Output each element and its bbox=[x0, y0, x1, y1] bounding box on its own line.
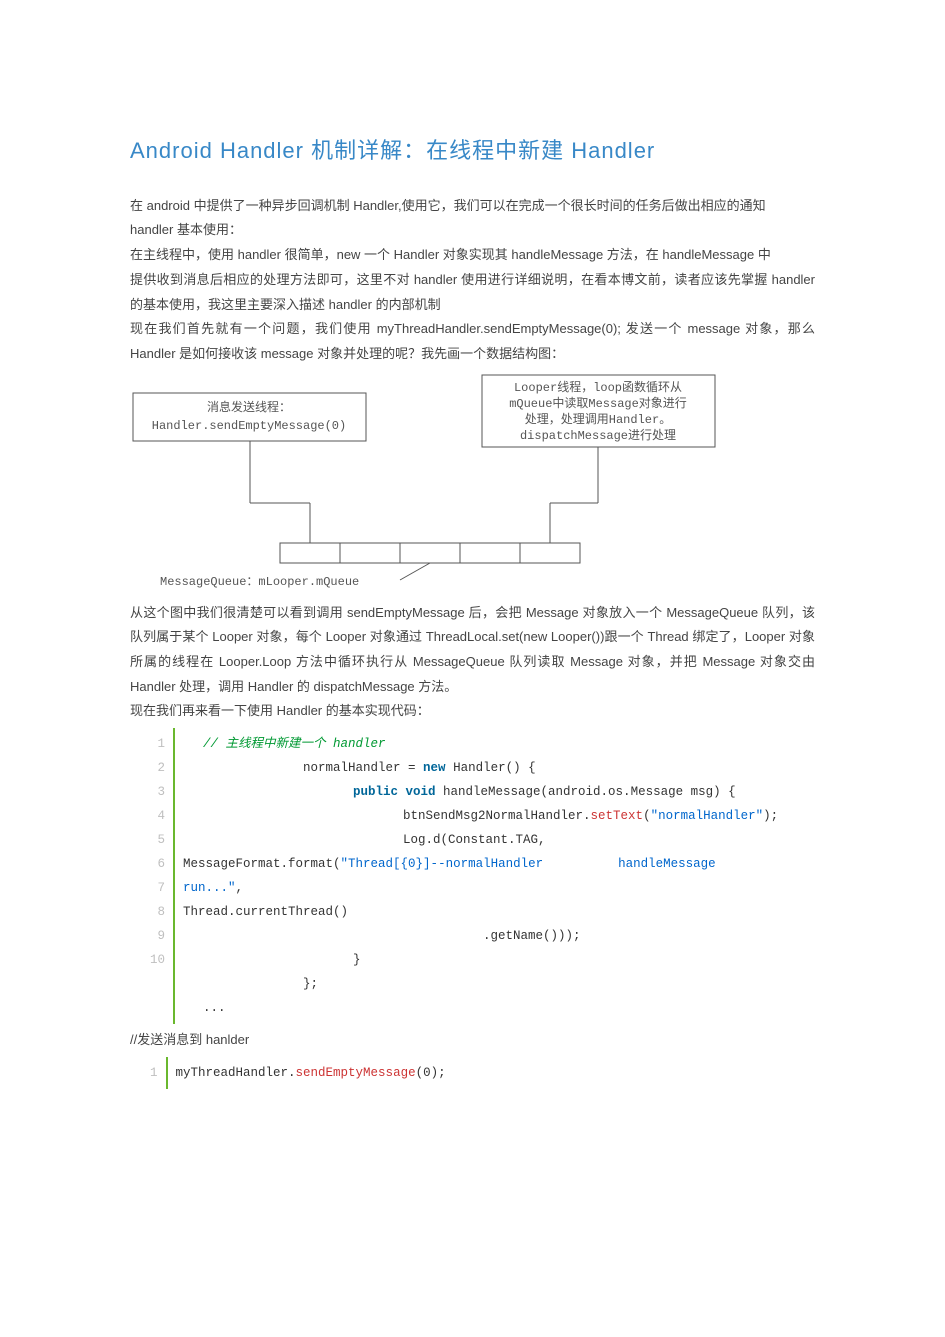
paragraph: 现在我们首先就有一个问题，我们使用 myThreadHandler.sendEm… bbox=[130, 317, 815, 366]
paragraph: 在 android 中提供了一种异步回调机制 Handler,使用它，我们可以在… bbox=[130, 194, 815, 219]
code-content: // 主线程中新建一个 handler normalHandler = new … bbox=[175, 728, 815, 1024]
code-gutter: 1 2 3 4 5 6 7 8 9 10 bbox=[150, 728, 175, 1024]
comment-line: //发送消息到 hanlder bbox=[130, 1028, 815, 1053]
diagram-text: Handler.sendEmptyMessage(0) bbox=[152, 419, 346, 433]
paragraph: 提供收到消息后相应的处理方法即可，这里不对 handler 使用进行详细说明，在… bbox=[130, 268, 815, 317]
paragraph: handler 基本使用： bbox=[130, 218, 815, 243]
code-content: myThreadHandler.sendEmptyMessage(0); bbox=[168, 1057, 470, 1089]
diagram-text: MessageQueue：mLooper.mQueue bbox=[160, 575, 359, 589]
code-block-1: 1 2 3 4 5 6 7 8 9 10 // 主线程中新建一个 handler… bbox=[150, 728, 815, 1024]
diagram-text: mQueue中读取Message对象进行 bbox=[509, 395, 687, 411]
paragraph: 从这个图中我们很清楚可以看到调用 sendEmptyMessage 后，会把 M… bbox=[130, 601, 815, 700]
page-title: Android Handler 机制详解：在线程中新建 Handler bbox=[130, 130, 815, 172]
code-gutter: 1 bbox=[150, 1057, 168, 1089]
code-block-2: 1 myThreadHandler.sendEmptyMessage(0); bbox=[150, 1057, 470, 1089]
diagram-text: Looper线程，loop函数循环从 bbox=[514, 379, 682, 395]
diagram-text: 处理，处理调用Handler。 bbox=[525, 412, 671, 427]
diagram-text: 消息发送线程： bbox=[207, 399, 291, 415]
paragraph: 在主线程中，使用 handler 很简单，new 一个 Handler 对象实现… bbox=[130, 243, 815, 268]
diagram-text: dispatchMessage进行处理 bbox=[520, 428, 676, 443]
architecture-diagram: 消息发送线程： Handler.sendEmptyMessage(0) Loop… bbox=[130, 373, 815, 593]
paragraph: 现在我们再来看一下使用 Handler 的基本实现代码： bbox=[130, 699, 815, 724]
